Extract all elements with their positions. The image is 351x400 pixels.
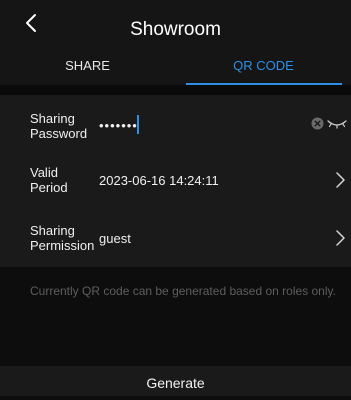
valid-period-row[interactable]: Valid Period 2023-06-16 14:24:11 xyxy=(0,152,351,209)
clear-circle-icon xyxy=(311,117,324,130)
tab-qr-code[interactable]: QR CODE xyxy=(176,47,351,85)
password-row: Sharing Password xyxy=(0,95,351,152)
valid-period-value: 2023-06-16 14:24:11 xyxy=(99,173,219,188)
header-bar: Showroom xyxy=(0,0,351,47)
generate-button[interactable]: Generate xyxy=(0,366,351,396)
permission-label: Sharing Permission xyxy=(30,223,95,253)
chevron-right-icon xyxy=(336,230,345,246)
text-cursor xyxy=(137,115,139,134)
password-field[interactable] xyxy=(99,116,279,134)
valid-period-label: Valid Period xyxy=(30,165,68,195)
clear-password-button[interactable] xyxy=(311,117,324,130)
toggle-visibility-button[interactable] xyxy=(327,117,347,129)
share-settings-form: Sharing Password Valid Period 2023-06-16… xyxy=(0,95,351,267)
qr-info-note: Currently QR code can be generated based… xyxy=(30,284,336,298)
tab-share[interactable]: SHARE xyxy=(0,47,175,85)
permission-value: guest xyxy=(99,231,131,246)
tab-bar: SHARE QR CODE xyxy=(0,47,351,85)
permission-row[interactable]: Sharing Permission guest xyxy=(0,209,351,266)
page-title: Showroom xyxy=(130,19,221,40)
section-divider xyxy=(0,85,351,95)
eye-closed-icon xyxy=(327,120,347,129)
chevron-right-icon xyxy=(336,172,345,188)
password-label: Sharing Password xyxy=(30,111,88,141)
